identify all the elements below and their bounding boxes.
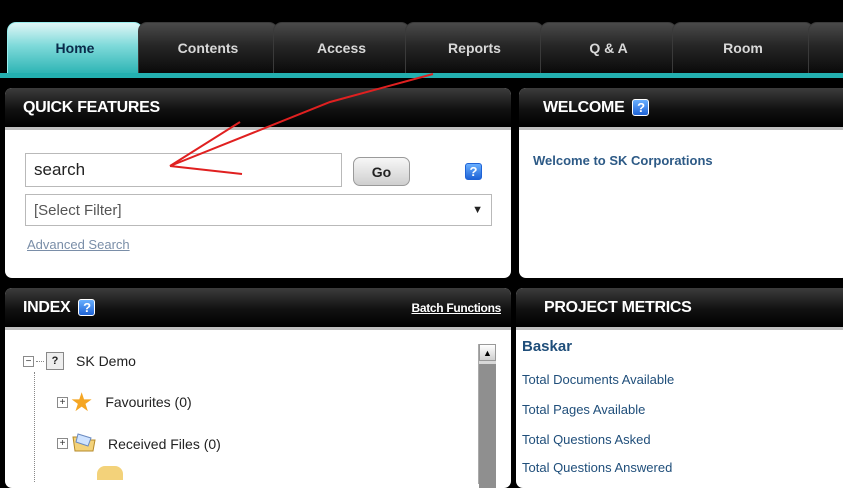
help-icon[interactable]: ? (78, 299, 96, 316)
batch-functions-link[interactable]: Batch Functions (411, 301, 501, 315)
collapse-icon[interactable]: − (23, 355, 34, 367)
quick-features-header: QUICK FEATURES (5, 88, 511, 130)
tree-item-root[interactable]: − ? SK Demo (23, 352, 136, 370)
metric-item: Total Pages Available (522, 402, 646, 417)
tab-contents[interactable]: Contents (138, 22, 278, 73)
welcome-message: Welcome to SK Corporations (533, 153, 713, 168)
expand-icon[interactable]: + (57, 396, 68, 408)
tab-home[interactable]: Home (7, 22, 143, 73)
advanced-search-link[interactable]: Advanced Search (27, 237, 130, 252)
top-nav: Home Contents Access Reports Q & A Room (0, 0, 843, 78)
filter-select[interactable]: [Select Filter] ▼ (25, 194, 492, 226)
welcome-panel: WELCOME ? Welcome to SK Corporations (519, 88, 843, 278)
quick-features-panel: QUICK FEATURES Go ? [Select Filter] ▼ Ad… (5, 88, 511, 278)
panel-title: INDEX (23, 298, 71, 316)
metrics-header: PROJECT METRICS (516, 288, 843, 330)
tab-more[interactable] (808, 22, 843, 73)
scroll-up-icon[interactable]: ▲ (479, 344, 496, 361)
tree-item-favourites[interactable]: + ★ Favourites (0) (57, 387, 192, 417)
index-panel: INDEX ? Batch Functions − ? SK Demo + ★ … (5, 288, 511, 488)
help-icon[interactable]: ? (465, 163, 482, 180)
scroll-thumb[interactable] (479, 364, 496, 488)
chevron-down-icon: ▼ (472, 204, 483, 216)
document-node-icon: ? (46, 352, 64, 370)
tree-item-label: SK Demo (76, 353, 136, 369)
metrics-user: Baskar (522, 338, 573, 355)
go-button[interactable]: Go (353, 157, 410, 186)
tree-scrollbar[interactable]: ▲ (478, 344, 496, 488)
welcome-header: WELCOME ? (519, 88, 843, 130)
panel-title: QUICK FEATURES (23, 98, 160, 116)
expand-icon[interactable]: + (57, 438, 68, 449)
tab-reports[interactable]: Reports (405, 22, 544, 73)
tab-room[interactable]: Room (672, 22, 814, 73)
search-input[interactable] (25, 153, 342, 187)
panel-title: WELCOME (543, 98, 625, 116)
metric-item: Total Questions Asked (522, 432, 651, 447)
tree-item-label: Received Files (0) (108, 435, 221, 452)
project-metrics-panel: PROJECT METRICS Baskar Total Documents A… (516, 288, 843, 488)
tab-access[interactable]: Access (273, 22, 410, 73)
panel-title: PROJECT METRICS (544, 298, 692, 316)
metric-item: Total Documents Available (522, 372, 675, 387)
tree-item-received-files[interactable]: + Received Files (0) (57, 432, 221, 455)
tab-qa[interactable]: Q & A (540, 22, 677, 73)
folder-icon (72, 432, 96, 455)
filter-value: [Select Filter] (34, 201, 122, 219)
index-header: INDEX ? Batch Functions (5, 288, 511, 330)
nav-accent-line (0, 73, 843, 78)
metric-item: Total Questions Answered (522, 460, 673, 475)
folder-icon (97, 466, 123, 480)
tree-line (34, 372, 35, 482)
help-icon[interactable]: ? (632, 99, 650, 116)
star-icon: ★ (70, 387, 94, 417)
tree-item-label: Favourites (0) (105, 394, 192, 410)
